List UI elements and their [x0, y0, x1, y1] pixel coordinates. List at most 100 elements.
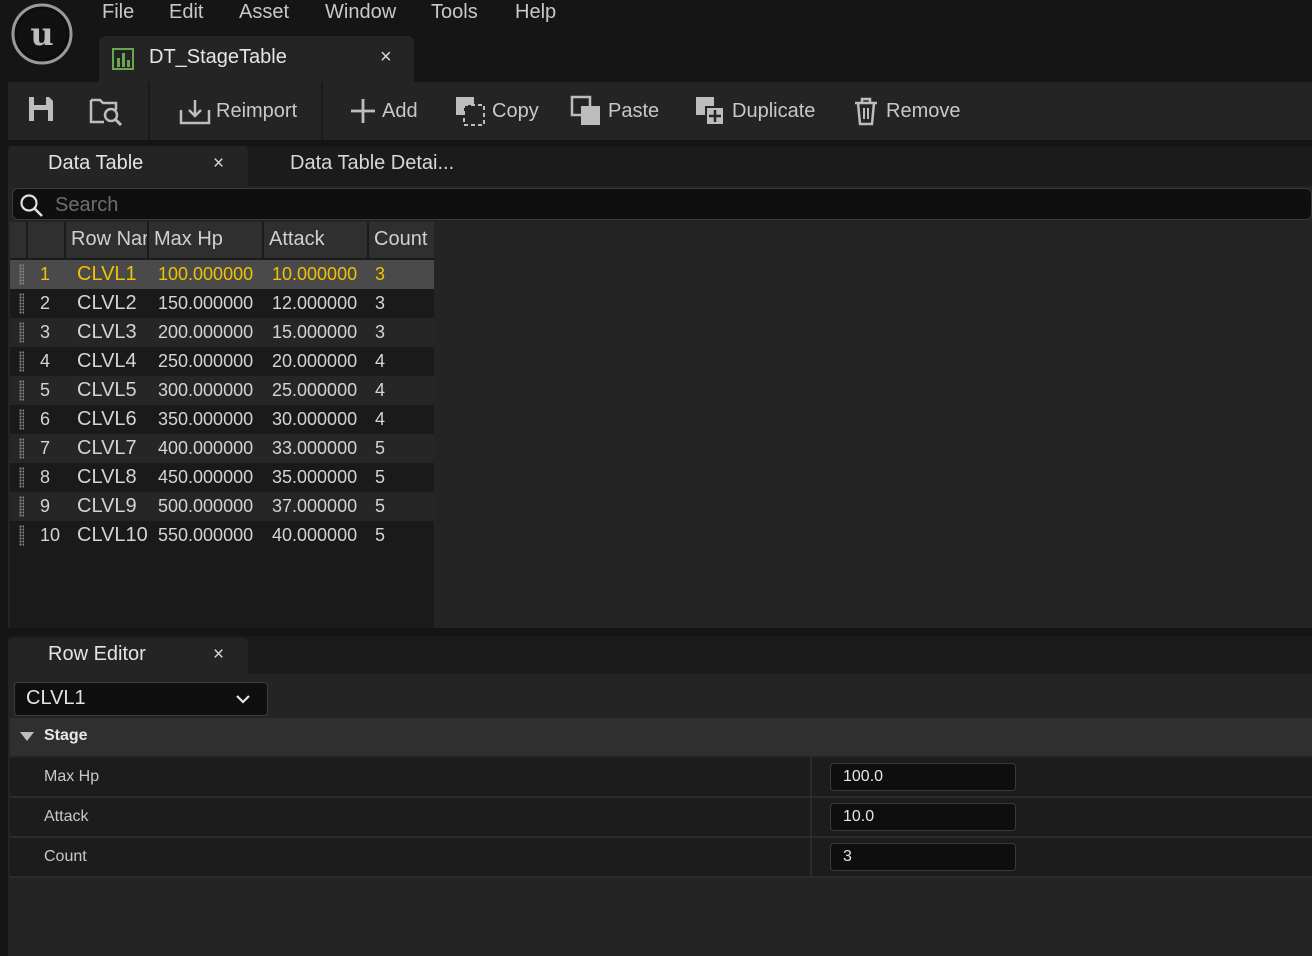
attack-cell: 37.000000 [272, 496, 358, 516]
drag-handle-icon[interactable] [19, 467, 24, 488]
tab-data-table-details[interactable]: Data Table Detai... [290, 152, 454, 175]
table-row[interactable]: 7 CLVL7 400.000000 33.000000 5 [10, 434, 434, 463]
data-grid: Row Nar Max Hp Attack Count 1 CLVL1 100.00… [10, 222, 434, 628]
count-cell: 5 [375, 496, 386, 516]
drag-handle-icon[interactable] [19, 525, 24, 546]
menu-file[interactable]: File [102, 0, 134, 24]
table-row[interactable]: 8 CLVL8 450.000000 35.000000 5 [10, 463, 434, 492]
menu-tools[interactable]: Tools [431, 0, 478, 24]
property-name: Max Hp [44, 768, 100, 785]
column-header-row-name[interactable]: Row Nar [66, 222, 149, 258]
copy-button[interactable]: Copy [454, 92, 539, 130]
drag-handle-icon[interactable] [19, 351, 24, 372]
table-row[interactable]: 10 CLVL10 550.000000 40.000000 5 [10, 521, 434, 550]
plus-icon [351, 99, 375, 123]
paste-icon [570, 95, 600, 125]
trash-icon [855, 97, 877, 126]
duplicate-button[interactable]: Duplicate [694, 92, 815, 130]
menu-help[interactable]: Help [515, 0, 556, 24]
row-name-cell: CLVL7 [77, 437, 137, 459]
max-hp-cell: 100.000000 [158, 264, 254, 284]
row-index-cell: 5 [40, 380, 51, 400]
drag-handle-icon[interactable] [19, 322, 24, 343]
property-name: Count [44, 848, 87, 865]
max-hp-cell: 250.000000 [158, 351, 254, 371]
row-name-dropdown[interactable]: CLVL1 [14, 682, 268, 716]
table-row[interactable]: 5 CLVL5 300.000000 25.000000 4 [10, 376, 434, 405]
drag-handle-icon[interactable] [19, 264, 24, 285]
attack-cell: 40.000000 [272, 525, 358, 545]
document-tab[interactable]: DT_StageTable × [99, 36, 414, 82]
max-hp-field[interactable]: 100.0 [830, 763, 1016, 791]
attack-cell: 25.000000 [272, 380, 358, 400]
attack-field[interactable]: 10.0 [830, 803, 1016, 831]
close-icon[interactable]: × [380, 46, 392, 69]
remove-button[interactable]: Remove [850, 92, 960, 130]
drag-handle-icon[interactable] [19, 409, 24, 430]
grid-header-grip [10, 222, 28, 258]
drag-handle-icon[interactable] [19, 438, 24, 459]
chevron-down-icon [236, 695, 250, 704]
row-index-cell: 3 [40, 322, 51, 342]
tab-row-editor[interactable]: Row Editor × [8, 638, 248, 676]
data-table-icon [112, 48, 134, 70]
close-icon[interactable]: × [213, 153, 224, 175]
grid-header-index [28, 222, 66, 258]
max-hp-cell: 150.000000 [158, 293, 254, 313]
reimport-label: Reimport [216, 99, 298, 122]
drag-handle-icon[interactable] [19, 293, 24, 314]
paste-label: Paste [608, 99, 660, 122]
count-cell: 3 [375, 293, 386, 313]
add-button[interactable]: Add [348, 92, 418, 130]
count-field[interactable]: 3 [830, 843, 1016, 871]
toolbar-divider [148, 82, 150, 140]
close-icon[interactable]: × [213, 644, 224, 666]
column-header-count[interactable]: Count [369, 222, 434, 258]
menu-window[interactable]: Window [325, 0, 396, 24]
table-row[interactable]: 2 CLVL2 150.000000 12.000000 3 [10, 289, 434, 318]
table-row[interactable]: 6 CLVL6 350.000000 30.000000 4 [10, 405, 434, 434]
max-hp-cell: 200.000000 [158, 322, 254, 342]
copy-label: Copy [492, 99, 539, 122]
tab-data-table[interactable]: Data Table × [8, 146, 248, 186]
remove-label: Remove [886, 99, 961, 122]
column-header-attack[interactable]: Attack [264, 222, 369, 258]
table-row[interactable]: 9 CLVL9 500.000000 37.000000 5 [10, 492, 434, 521]
attack-cell: 30.000000 [272, 409, 358, 429]
attack-cell: 15.000000 [272, 322, 358, 342]
search-input[interactable] [53, 191, 1257, 219]
paste-button[interactable]: Paste [570, 92, 659, 130]
count-cell: 3 [375, 264, 386, 284]
row-index-cell: 8 [40, 467, 51, 487]
row-index-cell: 10 [40, 525, 61, 545]
search-icon [20, 194, 43, 217]
collapse-triangle-icon [20, 732, 34, 741]
row-index-cell: 7 [40, 438, 51, 458]
browse-icon[interactable] [88, 94, 124, 131]
drag-handle-icon[interactable] [19, 496, 24, 517]
save-icon[interactable] [26, 94, 56, 129]
row-index-cell: 2 [40, 293, 51, 313]
category-stage-header[interactable]: Stage [10, 718, 1312, 756]
row-name-cell: CLVL4 [77, 350, 137, 372]
table-row[interactable]: 1 CLVL1 100.000000 10.000000 3 [10, 260, 434, 289]
table-row[interactable]: 4 CLVL4 250.000000 20.000000 4 [10, 347, 434, 376]
row-name-cell: CLVL6 [77, 408, 137, 430]
count-cell: 5 [375, 467, 386, 487]
column-header-max-hp[interactable]: Max Hp [149, 222, 264, 258]
table-row[interactable]: 3 CLVL3 200.000000 15.000000 3 [10, 318, 434, 347]
row-name-cell: CLVL1 [77, 263, 137, 285]
attack-cell: 33.000000 [272, 438, 358, 458]
row-name-cell: CLVL2 [77, 292, 137, 314]
menu-edit[interactable]: Edit [169, 0, 203, 24]
drag-handle-icon[interactable] [19, 380, 24, 401]
max-hp-cell: 500.000000 [158, 496, 254, 516]
menu-asset[interactable]: Asset [239, 0, 289, 24]
row-name-cell: CLVL5 [77, 379, 137, 401]
unreal-logo-icon[interactable]: u [11, 3, 73, 65]
tab-data-table-label: Data Table [48, 152, 144, 174]
search-box[interactable] [12, 188, 1312, 220]
reimport-button[interactable]: Reimport [178, 92, 297, 130]
property-row-attack: Attack 10.0 [10, 798, 1312, 838]
count-cell: 4 [375, 409, 386, 429]
